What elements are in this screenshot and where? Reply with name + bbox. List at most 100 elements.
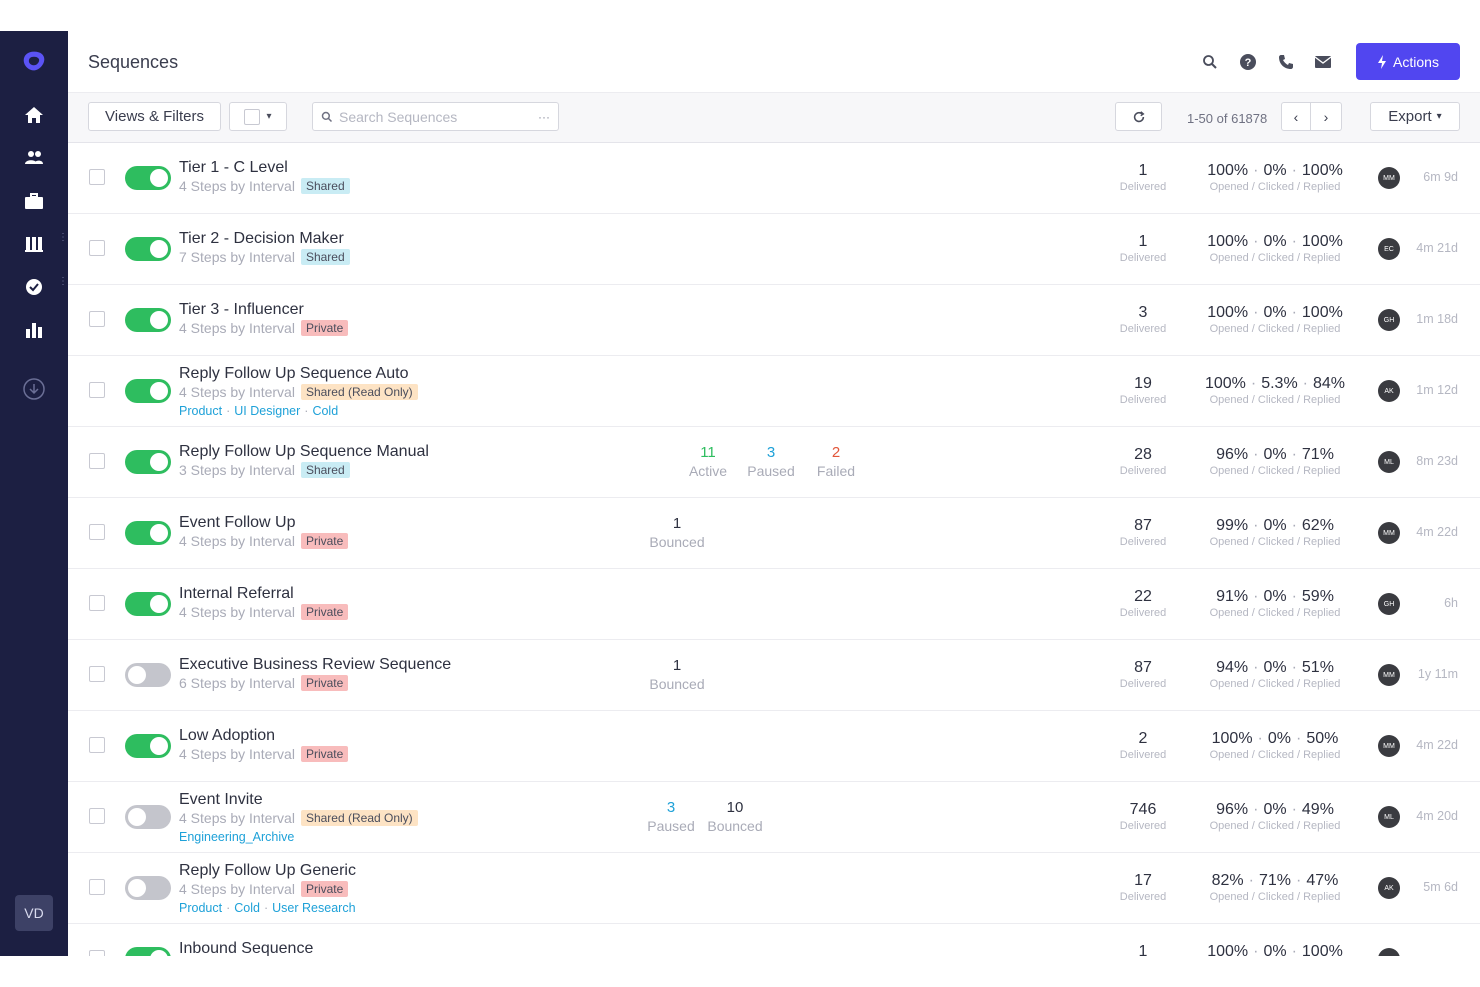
sequence-name[interactable]: Reply Follow Up Generic [179,862,356,880]
sequence-enabled-toggle[interactable] [125,947,171,956]
sequence-row[interactable]: Tier 3 - Influencer 4 Steps by Interval Pr… [68,285,1480,356]
owner-avatar[interactable]: MM [1378,948,1400,956]
sequence-enabled-toggle[interactable] [125,663,171,687]
owner-avatar[interactable]: AK [1378,380,1400,402]
sequence-enabled-toggle[interactable] [125,379,171,403]
views-filters-button[interactable]: Views & Filters [88,102,221,131]
sequence-enabled-toggle[interactable] [125,308,171,332]
tag-link[interactable]: Engineering_Archive [179,830,294,844]
search-input[interactable]: Search Sequences [339,109,532,125]
sequence-name[interactable]: Tier 3 - Influencer [179,301,304,319]
sequence-name[interactable]: Tier 2 - Decision Maker [179,230,344,248]
owner-avatar[interactable]: GH [1378,309,1400,331]
sequence-enabled-toggle[interactable] [125,734,171,758]
briefcase-icon[interactable] [22,189,46,213]
row-checkbox[interactable] [89,879,105,895]
sequence-row[interactable]: Tier 2 - Decision Maker 7 Steps by Interv… [68,214,1480,285]
owner-avatar[interactable]: EC [1378,238,1400,260]
row-checkbox[interactable] [89,382,105,398]
owner-avatar[interactable]: AK [1378,877,1400,899]
library-icon[interactable] [22,232,46,256]
sequence-name[interactable]: Event Follow Up [179,514,296,532]
row-checkbox[interactable] [89,808,105,824]
row-checkbox[interactable] [89,453,105,469]
owner-avatar[interactable]: ML [1378,451,1400,473]
row-checkbox[interactable] [89,311,105,327]
owner-avatar[interactable]: MM [1378,167,1400,189]
people-icon[interactable] [22,146,46,170]
owner-avatar[interactable]: ML [1378,806,1400,828]
logo-icon[interactable] [22,49,46,73]
row-checkbox[interactable] [89,666,105,682]
tag-link[interactable]: Cold [234,901,260,915]
sequence-enabled-toggle[interactable] [125,166,171,190]
prospect-stat[interactable]: 3 Paused [736,444,806,480]
tasks-check-icon[interactable] [22,275,46,299]
sequence-name[interactable]: Executive Business Review Sequence [179,656,451,674]
sequence-name[interactable]: Tier 1 - C Level [179,159,288,177]
phone-icon[interactable] [1276,52,1296,72]
sequence-row[interactable]: Tier 1 - C Level 4 Steps by Interval Share… [68,143,1480,214]
owner-avatar[interactable]: MM [1378,735,1400,757]
search-icon[interactable] [1200,52,1220,72]
drag-handle-icon[interactable]: ⋮ [58,277,68,294]
more-options-icon[interactable]: ··· [538,110,550,124]
sequence-row[interactable]: Inbound Sequence1Delivered100%·0%·100%Op… [68,924,1480,956]
sequence-enabled-toggle[interactable] [125,592,171,616]
prospect-stat[interactable]: 2 Failed [801,444,871,480]
export-dropdown[interactable]: Export ▾ [1370,102,1460,131]
prospect-stat[interactable]: 1 Bounced [642,515,712,551]
tag-link[interactable]: Cold [312,404,338,418]
sequence-row[interactable]: Event Follow Up 4 Steps by Interval Privat… [68,498,1480,569]
tag-link[interactable]: User Research [272,901,355,915]
row-checkbox[interactable] [89,524,105,540]
refresh-button[interactable] [1115,102,1162,131]
tag-link[interactable]: Product [179,404,222,418]
row-checkbox[interactable] [89,169,105,185]
download-circle-icon[interactable] [22,377,46,401]
sequence-name[interactable]: Reply Follow Up Sequence Auto [179,365,408,383]
sequence-name[interactable]: Event Invite [179,791,263,809]
prev-page-button[interactable]: ‹ [1281,102,1311,131]
sequence-row[interactable]: Reply Follow Up Sequence Manual 3 Steps b… [68,427,1480,498]
tag-link[interactable]: UI Designer [234,404,300,418]
sequence-name[interactable]: Internal Referral [179,585,294,603]
owner-avatar[interactable]: GH [1378,593,1400,615]
sequence-row[interactable]: Reply Follow Up Generic 4 Steps by Interv… [68,853,1480,924]
drag-handle-icon[interactable]: ⋮ [58,233,68,250]
actions-button[interactable]: Actions [1356,43,1460,80]
row-checkbox[interactable] [89,595,105,611]
sequence-enabled-toggle[interactable] [125,876,171,900]
sequence-enabled-toggle[interactable] [125,805,171,829]
row-checkbox[interactable] [89,737,105,753]
sequence-row[interactable]: Executive Business Review Sequence 6 Step… [68,640,1480,711]
reports-chart-icon[interactable] [22,318,46,342]
sequence-enabled-toggle[interactable] [125,237,171,261]
tag-link[interactable]: Product [179,901,222,915]
search-field[interactable]: Search Sequences ··· [312,102,559,131]
row-checkbox[interactable] [89,240,105,256]
help-icon[interactable]: ? [1238,52,1258,72]
sequence-row[interactable]: Reply Follow Up Sequence Auto 4 Steps by … [68,356,1480,427]
home-icon[interactable] [22,103,46,127]
sequence-row[interactable]: Internal Referral 4 Steps by Interval Priv… [68,569,1480,640]
sequence-row[interactable]: Event Invite 4 Steps by Interval Shared (R… [68,782,1480,853]
row-checkbox[interactable] [89,950,105,956]
owner-avatar[interactable]: MM [1378,664,1400,686]
sequence-row[interactable]: Low Adoption 4 Steps by Interval Private 2 D… [68,711,1480,782]
sequence-name[interactable]: Inbound Sequence [179,940,313,956]
sequence-enabled-toggle[interactable] [125,521,171,545]
prospect-stat[interactable]: 3 Paused [636,799,706,835]
next-page-button[interactable]: › [1311,102,1342,131]
sequence-name[interactable]: Reply Follow Up Sequence Manual [179,443,429,461]
prospect-stat[interactable]: 11 Active [673,444,743,480]
mail-icon[interactable] [1313,52,1333,72]
sequence-enabled-toggle[interactable] [125,450,171,474]
owner-avatar[interactable]: MM [1378,522,1400,544]
prospect-stat[interactable]: 1 Bounced [642,657,712,693]
user-avatar[interactable]: VD [15,895,53,931]
select-all-checkbox[interactable] [244,108,261,125]
bulk-select-dropdown[interactable]: ▾ [229,102,287,131]
sequence-name[interactable]: Low Adoption [179,727,275,745]
prospect-stat[interactable]: 10 Bounced [700,799,770,835]
